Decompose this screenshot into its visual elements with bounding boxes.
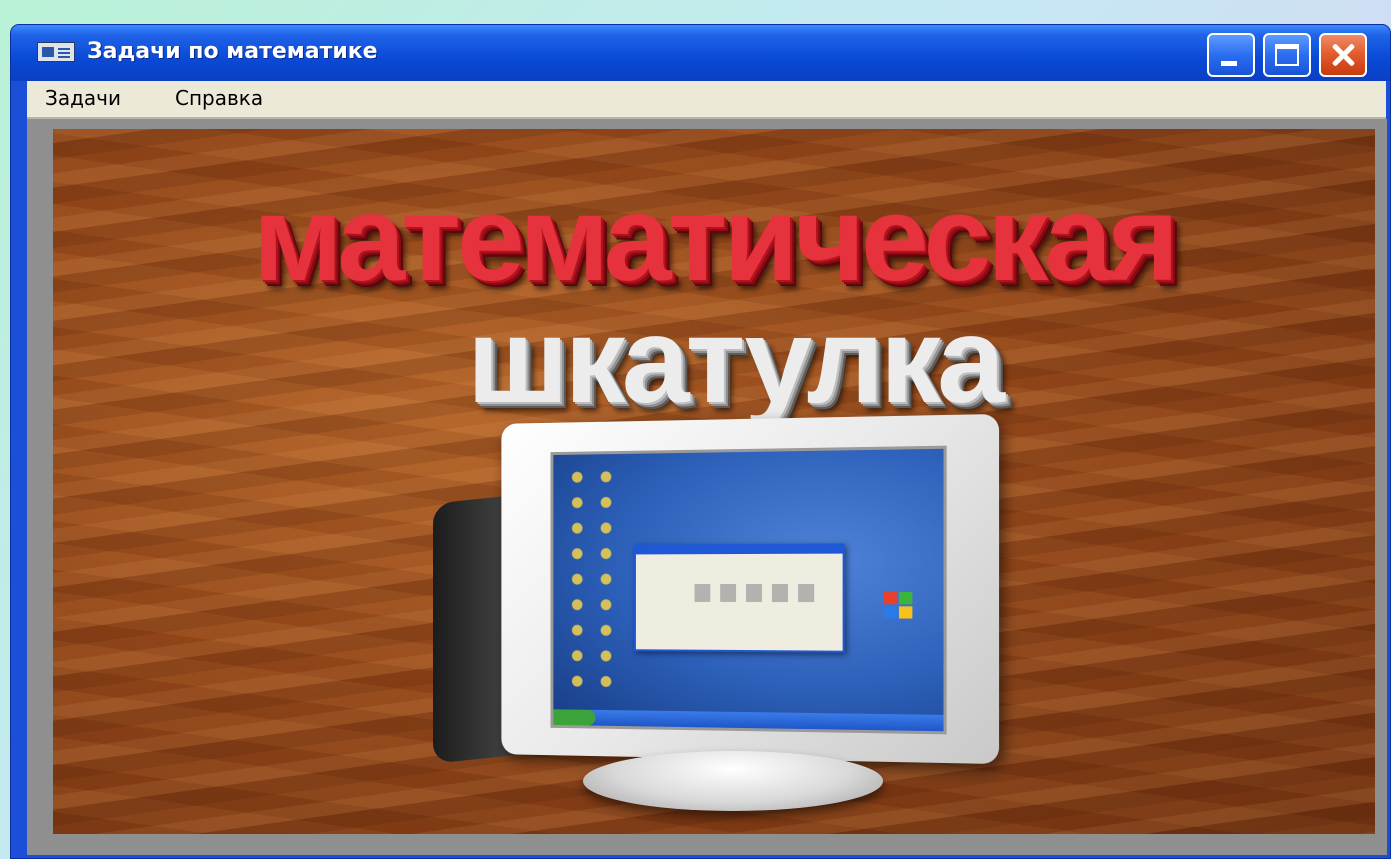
app-window-icon[interactable]: [37, 42, 75, 62]
screen-mini-window: [634, 543, 845, 652]
menu-item-help[interactable]: Справка: [175, 86, 263, 110]
window-title: Задачи по математике: [87, 39, 378, 64]
monitor-screen: [551, 446, 947, 735]
menu-bar: Задачи Справка: [27, 81, 1386, 119]
desktop-icons: [563, 464, 621, 701]
close-icon: [1321, 35, 1365, 75]
screen-taskbar: [553, 709, 943, 731]
app-window: Задачи по математике Задачи Справка мате…: [10, 24, 1391, 859]
monitor-stand: [583, 751, 883, 811]
screen-start-button: [553, 709, 595, 725]
menu-item-tasks[interactable]: Задачи: [45, 86, 121, 110]
monitor-illustration: [433, 419, 993, 819]
monitor-frame: [501, 414, 999, 764]
content-panel: математическая шкатулка: [27, 119, 1387, 855]
splash-title-line2: шкатулка: [53, 299, 1375, 421]
splash-image: математическая шкатулка: [53, 129, 1375, 834]
title-bar[interactable]: Задачи по математике: [11, 25, 1390, 81]
windows-logo-icon: [884, 592, 913, 619]
maximize-icon: [1275, 44, 1299, 66]
minimize-icon: [1221, 61, 1237, 66]
maximize-button[interactable]: [1263, 33, 1311, 77]
splash-title-line1: математическая: [53, 177, 1375, 299]
minimize-button[interactable]: [1207, 33, 1255, 77]
close-button[interactable]: [1319, 33, 1367, 77]
